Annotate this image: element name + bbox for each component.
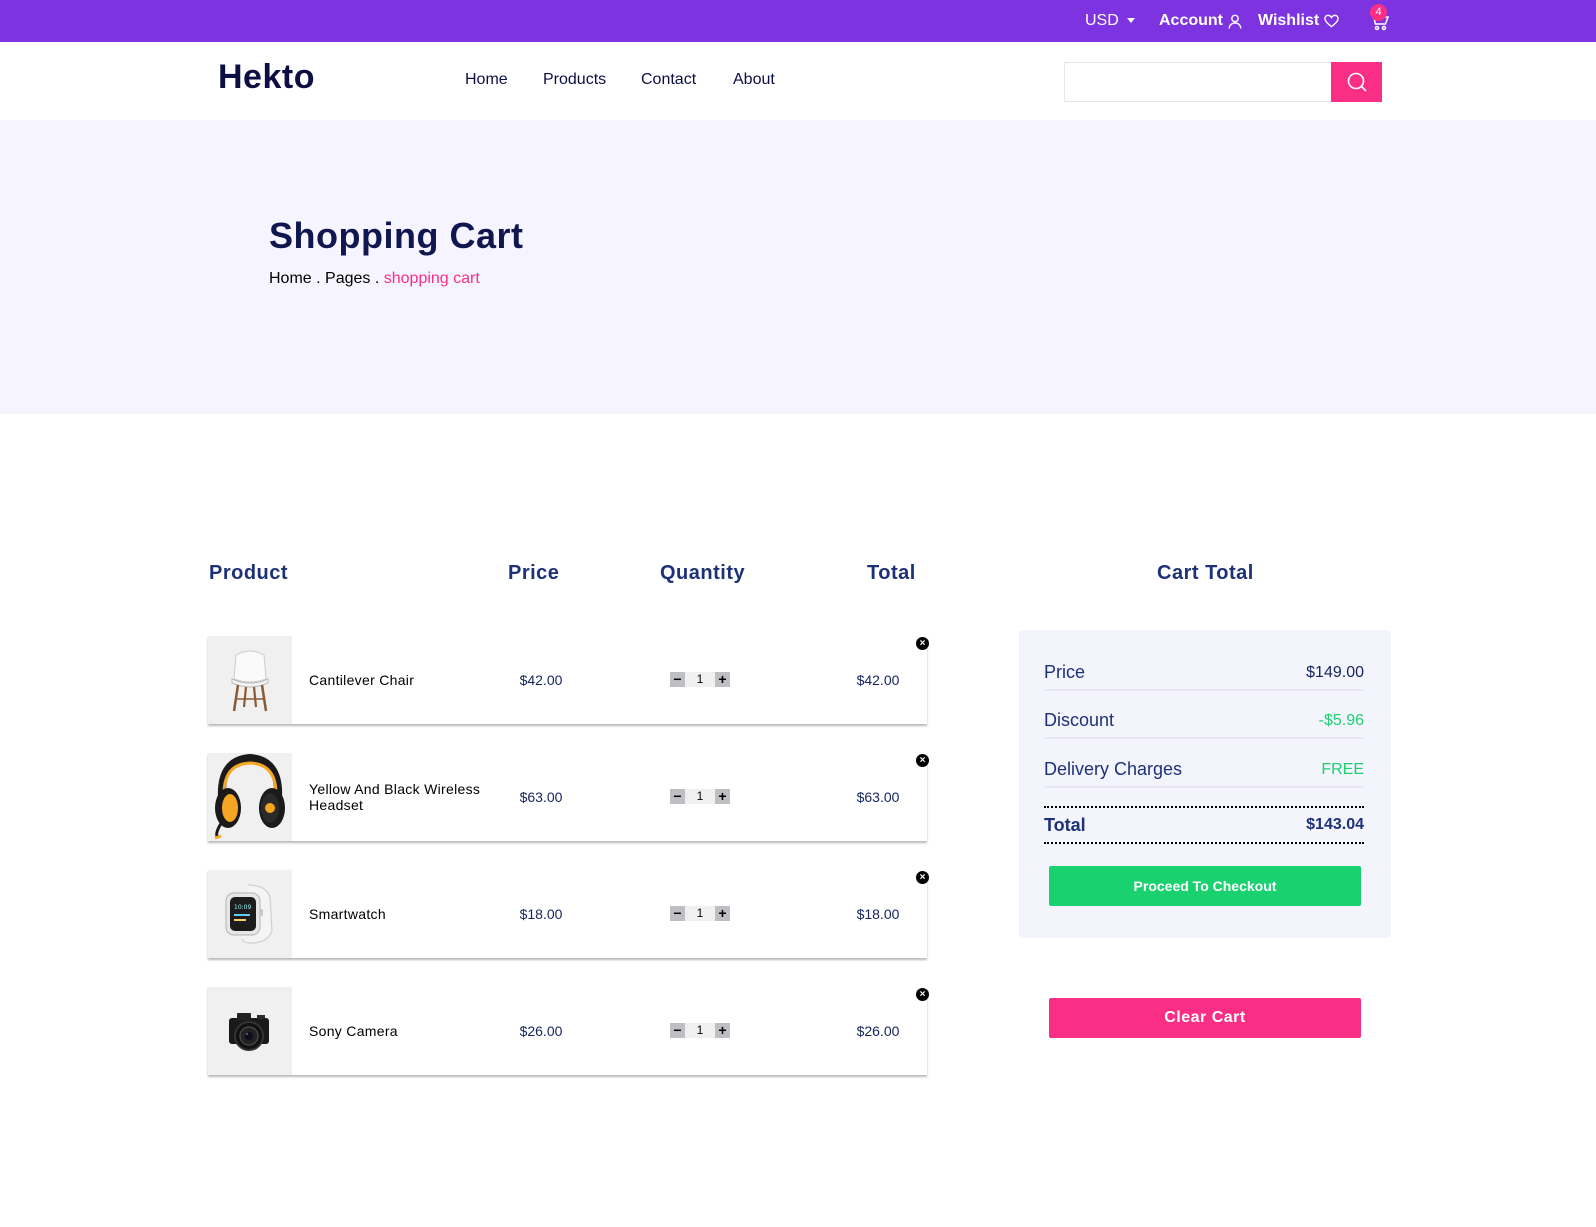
- totals-delivery-label: Delivery Charges: [1044, 759, 1183, 779]
- camera-image: [229, 1013, 269, 1051]
- clear-cart-button[interactable]: Clear Cart: [1049, 998, 1361, 1038]
- product-price: $26.00: [519, 1023, 563, 1039]
- plus-button[interactable]: +: [715, 672, 730, 687]
- product-image: [208, 636, 292, 724]
- row-total: $26.00: [856, 1023, 900, 1039]
- product-name[interactable]: Yellow And Black Wireless Headset: [309, 753, 489, 841]
- svg-text:10:09: 10:09: [234, 904, 251, 911]
- totals-discount-line: Discount -$5.96: [1044, 710, 1364, 739]
- product-price: $18.00: [519, 906, 563, 922]
- remove-item-icon[interactable]: ×: [916, 871, 929, 884]
- quantity-stepper: − 1 +: [670, 1023, 730, 1038]
- cart-row: Sony Camera $26.00 − 1 + $26.00 ×: [208, 987, 929, 1075]
- wishlist-link[interactable]: Wishlist: [1258, 0, 1339, 42]
- account-link[interactable]: Account: [1159, 0, 1242, 42]
- wishlist-label: Wishlist: [1258, 12, 1320, 29]
- nav-about[interactable]: About: [733, 71, 775, 89]
- minus-button[interactable]: −: [670, 1023, 685, 1038]
- product-price: $42.00: [519, 672, 563, 688]
- totals-price-value: $149.00: [1306, 663, 1364, 681]
- breadcrumb-home[interactable]: Home: [269, 270, 312, 287]
- nav-home[interactable]: Home: [465, 71, 508, 89]
- page-hero: Shopping Cart Home . Pages . shopping ca…: [0, 120, 1596, 414]
- plus-button[interactable]: +: [715, 906, 730, 921]
- breadcrumb-current: shopping cart: [383, 270, 480, 287]
- totals-total-label: Total: [1044, 814, 1086, 835]
- totals-total-value: $143.04: [1306, 816, 1364, 833]
- breadcrumb: Home . Pages . shopping cart: [269, 270, 480, 287]
- proceed-to-checkout-button[interactable]: Proceed To Checkout: [1049, 866, 1361, 906]
- smartwatch-image: 10:09: [225, 884, 273, 944]
- quantity-field[interactable]: 1: [685, 1023, 715, 1038]
- quantity-field[interactable]: 1: [685, 789, 715, 804]
- totals-delivery-value: FREE: [1321, 760, 1364, 778]
- quantity-stepper: − 1 +: [670, 906, 730, 921]
- cart-row: Cantilever Chair $42.00 − 1 + $42.00 ×: [208, 636, 929, 724]
- product-name[interactable]: Smartwatch: [309, 870, 489, 958]
- totals-discount-value: -$5.96: [1318, 711, 1364, 729]
- remove-item-icon[interactable]: ×: [916, 988, 929, 1001]
- product-image: [208, 987, 292, 1075]
- totals-price-line: Price $149.00: [1044, 662, 1364, 691]
- user-icon: [1228, 14, 1242, 29]
- account-label: Account: [1159, 12, 1223, 29]
- column-header-product: Product: [209, 562, 289, 584]
- currency-select[interactable]: USD: [1085, 0, 1135, 42]
- minus-button[interactable]: −: [670, 789, 685, 804]
- currency-label: USD: [1085, 12, 1119, 29]
- totals-discount-label: Discount: [1044, 710, 1115, 730]
- totals-total-line: Total $143.04: [1044, 806, 1364, 844]
- product-name[interactable]: Sony Camera: [309, 987, 489, 1075]
- nav-contact[interactable]: Contact: [641, 71, 696, 89]
- remove-item-icon[interactable]: ×: [916, 637, 929, 650]
- totals-price-label: Price: [1044, 662, 1086, 682]
- search-button[interactable]: [1331, 62, 1382, 102]
- quantity-field[interactable]: 1: [685, 906, 715, 921]
- cart-count-badge: 4: [1370, 4, 1387, 21]
- product-image: 10:09: [208, 870, 292, 958]
- column-header-price: Price: [508, 562, 560, 584]
- breadcrumb-pages[interactable]: Pages: [325, 270, 370, 287]
- plus-button[interactable]: +: [715, 789, 730, 804]
- nav-products[interactable]: Products: [543, 71, 606, 89]
- totals-delivery-line: Delivery Charges FREE: [1044, 759, 1364, 788]
- remove-item-icon[interactable]: ×: [916, 754, 929, 767]
- quantity-stepper: − 1 +: [670, 789, 730, 804]
- quantity-stepper: − 1 +: [670, 672, 730, 687]
- cart-total-heading: Cart Total: [1157, 562, 1254, 584]
- chair-image: [231, 650, 269, 712]
- search-icon: [1347, 72, 1367, 92]
- logo[interactable]: Hekto: [218, 58, 315, 97]
- cart-row: 10:09 Smartwatch $18.00 − 1 + $18.00 ×: [208, 870, 929, 958]
- plus-button[interactable]: +: [715, 1023, 730, 1038]
- product-price: $63.00: [519, 789, 563, 805]
- heart-icon: [1324, 14, 1339, 28]
- search-input[interactable]: [1064, 62, 1332, 102]
- product-image: [208, 753, 292, 841]
- column-header-quantity: Quantity: [660, 562, 746, 584]
- row-total: $42.00: [856, 672, 900, 688]
- quantity-field[interactable]: 1: [685, 672, 715, 687]
- column-header-total: Total: [867, 562, 916, 584]
- chevron-down-icon: [1126, 17, 1135, 23]
- row-total: $63.00: [856, 789, 900, 805]
- minus-button[interactable]: −: [670, 672, 685, 687]
- top-bar: USD Account Wishlist 4: [0, 0, 1596, 42]
- minus-button[interactable]: −: [670, 906, 685, 921]
- page-title: Shopping Cart: [269, 215, 524, 256]
- cart-row: Yellow And Black Wireless Headset $63.00…: [208, 753, 929, 841]
- row-total: $18.00: [856, 906, 900, 922]
- cart-totals-panel: Price $149.00 Discount -$5.96 Delivery C…: [1019, 630, 1391, 938]
- product-name[interactable]: Cantilever Chair: [309, 636, 489, 724]
- headset-image: [214, 754, 285, 840]
